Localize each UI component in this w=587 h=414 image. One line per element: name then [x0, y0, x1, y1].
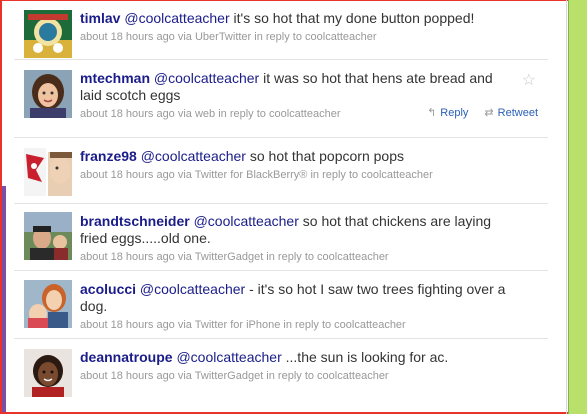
tweet-meta[interactable]: about 18 hours ago via TwitterGadget in …	[80, 369, 540, 383]
mention-link[interactable]: @coolcatteacher	[194, 213, 299, 229]
avatar[interactable]	[24, 349, 72, 397]
tweet-content: it's so hot that my done button popped!	[229, 10, 475, 26]
tweet-item: franze98 @coolcatteacher so hot that pop…	[14, 138, 548, 204]
sidebar-edge	[568, 0, 587, 414]
retweet-label: Retweet	[497, 106, 538, 119]
tweet-text: mtechman @coolcatteacher it was so hot t…	[80, 70, 540, 104]
tweet-item: acolucci @coolcatteacher - it's so hot I…	[14, 271, 548, 339]
reply-label: Reply	[440, 106, 469, 119]
avatar[interactable]	[24, 212, 72, 260]
username-link[interactable]: mtechman	[80, 70, 150, 86]
avatar[interactable]	[24, 280, 72, 328]
tweet-text: franze98 @coolcatteacher so hot that pop…	[80, 148, 540, 165]
avatar[interactable]	[24, 10, 72, 58]
tweet-meta[interactable]: about 18 hours ago via TwitterGadget in …	[80, 250, 540, 264]
tweet-actions: ↰ Reply ⇄ Retweet	[427, 106, 538, 120]
tweet-meta[interactable]: about 18 hours ago via UberTwitter in re…	[80, 30, 540, 44]
tweet-content: so hot that popcorn pops	[245, 148, 404, 164]
mention-link[interactable]: @coolcatteacher	[124, 10, 229, 26]
star-icon[interactable]: ☆	[522, 70, 536, 90]
username-link[interactable]: brandtschneider	[80, 213, 190, 229]
avatar[interactable]	[24, 70, 72, 118]
username-link[interactable]: franze98	[80, 148, 137, 164]
timeline: timlav @coolcatteacher it's so hot that …	[14, 0, 548, 401]
reply-button[interactable]: ↰ Reply	[427, 106, 469, 120]
username-link[interactable]: deannatroupe	[80, 349, 173, 365]
username-link[interactable]: acolucci	[80, 281, 136, 297]
tweet-text: brandtschneider @coolcatteacher so hot t…	[80, 213, 540, 247]
tweet-item: deannatroupe @coolcatteacher ...the sun …	[14, 339, 548, 401]
username-link[interactable]: timlav	[80, 10, 120, 26]
left-edge-bar	[2, 186, 6, 412]
tweet-item: brandtschneider @coolcatteacher so hot t…	[14, 204, 548, 271]
tweet-text: timlav @coolcatteacher it's so hot that …	[80, 10, 540, 27]
tweet-text: deannatroupe @coolcatteacher ...the sun …	[80, 349, 540, 366]
retweet-icon: ⇄	[484, 107, 494, 119]
avatar[interactable]	[24, 148, 72, 196]
column-divider	[566, 0, 567, 414]
tweet-content: ...the sun is looking for ac.	[281, 349, 449, 365]
mention-link[interactable]: @coolcatteacher	[176, 349, 281, 365]
reply-arrow-icon: ↰	[427, 107, 437, 119]
retweet-button[interactable]: ⇄ Retweet	[484, 106, 538, 120]
tweet-meta[interactable]: about 18 hours ago via Twitter for iPhon…	[80, 318, 540, 332]
tweet-text: acolucci @coolcatteacher - it's so hot I…	[80, 281, 540, 315]
mention-link[interactable]: @coolcatteacher	[154, 70, 259, 86]
mention-link[interactable]: @coolcatteacher	[141, 148, 246, 164]
mention-link[interactable]: @coolcatteacher	[140, 281, 245, 297]
tweet-item: timlav @coolcatteacher it's so hot that …	[14, 0, 548, 60]
tweet-item: mtechman @coolcatteacher it was so hot t…	[14, 60, 548, 138]
tweet-meta[interactable]: about 18 hours ago via Twitter for Black…	[80, 168, 540, 182]
